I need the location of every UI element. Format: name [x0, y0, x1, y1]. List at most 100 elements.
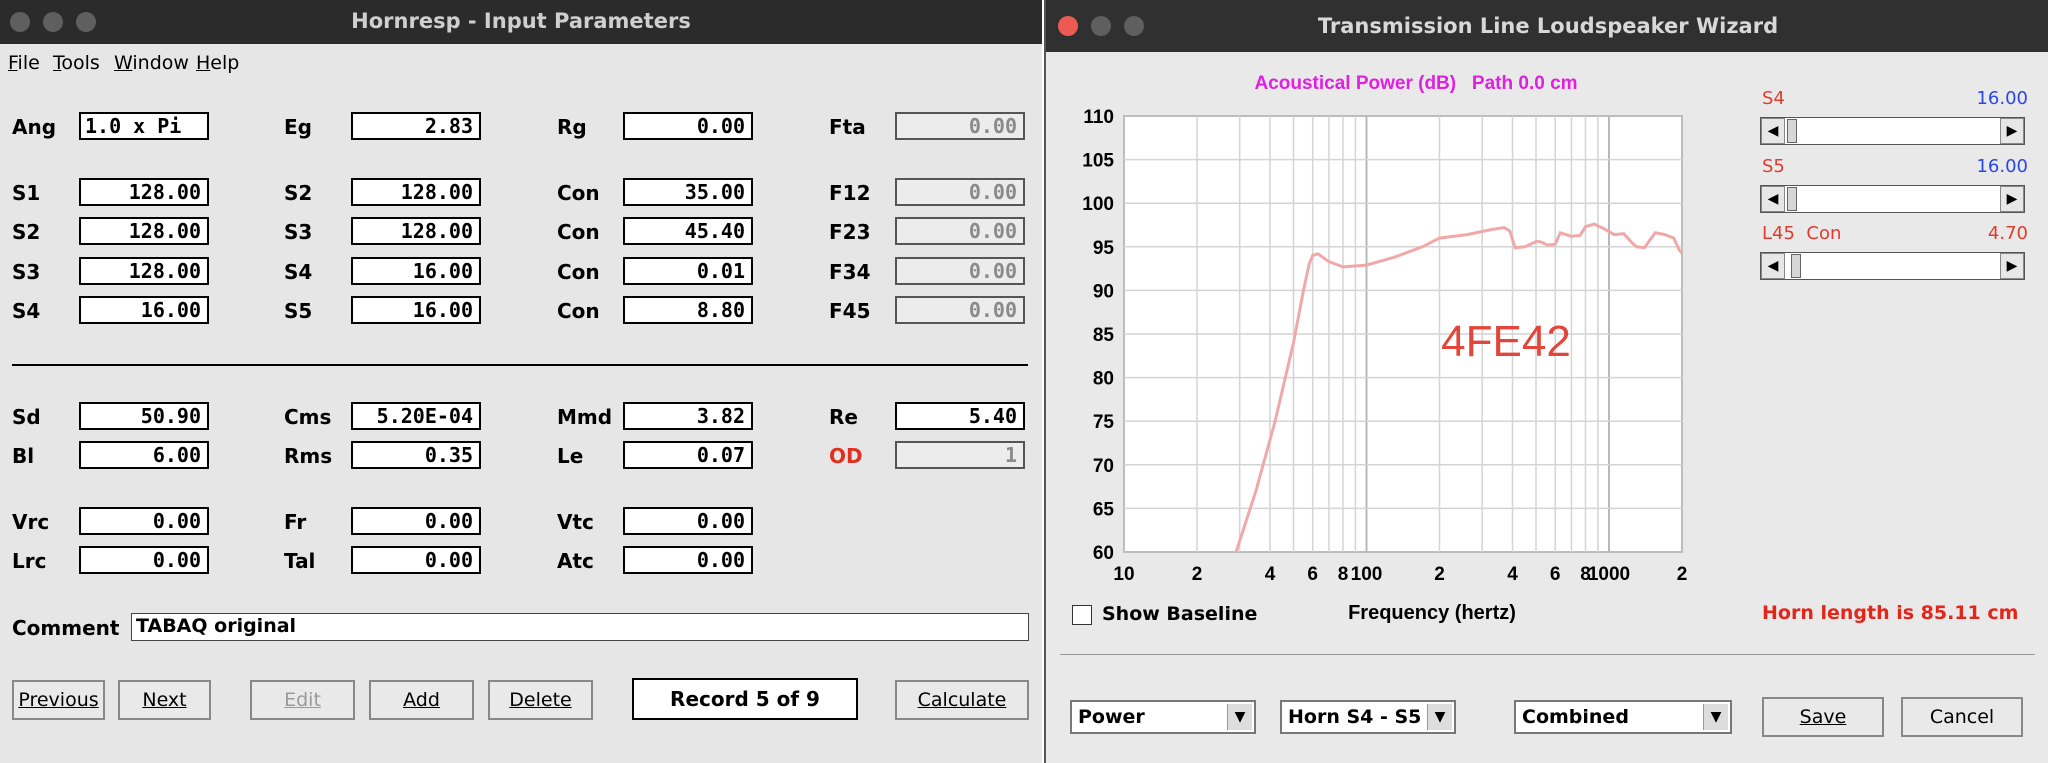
record-indicator: Record 5 of 9 — [632, 678, 858, 720]
zoom-wizard-icon[interactable] — [1124, 16, 1144, 36]
slider-s5-right-arrow-icon[interactable]: ▶ — [2000, 186, 2024, 212]
hornresp-input-window: Hornresp - Input Parameters File Tools W… — [0, 0, 1042, 763]
x-axis-label: Frequency (hertz) — [1348, 602, 1516, 624]
minimize-wizard-icon[interactable] — [1091, 16, 1111, 36]
slider-s5-label: S5 — [1762, 156, 1785, 177]
slider-s5[interactable]: ◀ ▶ — [1760, 185, 2025, 213]
field-s3-row3[interactable]: 128.00 — [79, 257, 209, 285]
field-s4-row4[interactable]: 16.00 — [79, 296, 209, 324]
slider-s4-thumb[interactable] — [1787, 119, 1797, 143]
field-rg[interactable]: 0.00 — [623, 112, 753, 140]
mode-dropdown[interactable]: Combined ▼ — [1514, 700, 1732, 734]
plot-type-dropdown-arrow-icon[interactable]: ▼ — [1227, 704, 1252, 730]
y-tick-label: 100 — [1082, 194, 1114, 215]
field-fr[interactable]: 0.00 — [351, 507, 481, 535]
mode-dropdown-arrow-icon[interactable]: ▼ — [1703, 704, 1728, 730]
field-s4[interactable]: 16.00 — [351, 257, 481, 285]
title-bar: Hornresp - Input Parameters — [0, 0, 1042, 44]
field-con-12[interactable]: 35.00 — [623, 178, 753, 206]
section-dropdown-arrow-icon[interactable]: ▼ — [1427, 704, 1452, 730]
label-tal: Tal — [284, 549, 316, 573]
field-mmd[interactable]: 3.82 — [623, 402, 753, 430]
field-con-34[interactable]: 0.01 — [623, 257, 753, 285]
label-f12: F12 — [829, 181, 871, 205]
x-tick-label: 4 — [1507, 564, 1518, 585]
slider-l45-right-arrow-icon[interactable]: ▶ — [2000, 253, 2024, 279]
field-rms[interactable]: 0.35 — [351, 441, 481, 469]
label-lrc: Lrc — [12, 549, 47, 573]
y-tick-label: 90 — [1093, 281, 1114, 302]
x-tick-label: 6 — [1307, 564, 1318, 585]
field-od: 1 — [895, 441, 1025, 469]
slider-l45-con-value: 4.70 — [1987, 223, 2028, 244]
x-tick-label: 2 — [1192, 564, 1203, 585]
field-f12: 0.00 — [895, 178, 1025, 206]
zoom-window-icon[interactable] — [76, 12, 96, 32]
y-tick-label: 70 — [1093, 456, 1114, 477]
label-s5: S5 — [284, 299, 313, 323]
label-vtc: Vtc — [557, 510, 594, 534]
field-tal[interactable]: 0.00 — [351, 546, 481, 574]
section-divider — [12, 364, 1028, 366]
label-fr: Fr — [284, 510, 307, 534]
driver-annotation: 4FE42 — [1441, 317, 1571, 366]
field-re[interactable]: 5.40 — [895, 402, 1025, 430]
field-le[interactable]: 0.07 — [623, 441, 753, 469]
field-s2-row2[interactable]: 128.00 — [79, 217, 209, 245]
field-con-23[interactable]: 45.40 — [623, 217, 753, 245]
section-dropdown[interactable]: Horn S4 - S5 ▼ — [1280, 700, 1456, 734]
label-con-23: Con — [557, 220, 600, 244]
x-tick-label: 2 — [1677, 564, 1688, 585]
slider-s4-right-arrow-icon[interactable]: ▶ — [2000, 118, 2024, 144]
label-mmd: Mmd — [557, 405, 613, 429]
show-baseline-checkbox[interactable] — [1072, 605, 1092, 625]
field-lrc[interactable]: 0.00 — [79, 546, 209, 574]
label-s3-row3: S3 — [12, 260, 41, 284]
field-s5[interactable]: 16.00 — [351, 296, 481, 324]
x-tick-label: 100 — [1351, 564, 1383, 585]
comment-field[interactable]: TABAQ original — [131, 613, 1029, 641]
close-wizard-icon[interactable] — [1058, 16, 1078, 36]
y-tick-label: 85 — [1093, 325, 1115, 346]
field-vtc[interactable]: 0.00 — [623, 507, 753, 535]
minimize-window-icon[interactable] — [43, 12, 63, 32]
slider-l45-left-arrow-icon[interactable]: ◀ — [1761, 253, 1785, 279]
field-f34: 0.00 — [895, 257, 1025, 285]
field-con-45[interactable]: 8.80 — [623, 296, 753, 324]
slider-l45-thumb[interactable] — [1791, 254, 1801, 278]
menu-window[interactable]: Window — [114, 52, 189, 74]
cancel-button[interactable]: Cancel — [1901, 697, 2023, 737]
menu-help[interactable]: Help — [196, 52, 239, 74]
label-f45: F45 — [829, 299, 871, 323]
field-bl[interactable]: 6.00 — [79, 441, 209, 469]
menu-tools[interactable]: Tools — [53, 52, 100, 74]
field-s1[interactable]: 128.00 — [79, 178, 209, 206]
label-f34: F34 — [829, 260, 871, 284]
menu-file[interactable]: File — [8, 52, 40, 74]
slider-s5-thumb[interactable] — [1787, 187, 1797, 211]
field-ang[interactable]: 1.0 x Pi — [79, 112, 209, 140]
field-vrc[interactable]: 0.00 — [79, 507, 209, 535]
label-od: OD — [829, 444, 863, 468]
x-tick-label: 6 — [1550, 564, 1561, 585]
delete-button[interactable]: Delete — [488, 680, 593, 720]
field-eg[interactable]: 2.83 — [351, 112, 481, 140]
slider-s4[interactable]: ◀ ▶ — [1760, 117, 2025, 145]
previous-button[interactable]: Previous — [12, 680, 105, 720]
field-s3[interactable]: 128.00 — [351, 217, 481, 245]
field-s2[interactable]: 128.00 — [351, 178, 481, 206]
field-atc[interactable]: 0.00 — [623, 546, 753, 574]
x-tick-labels: 10 2 4 6 8 100 2 4 6 81000 2 — [1113, 564, 1687, 585]
slider-l45-con[interactable]: ◀ ▶ — [1760, 252, 2025, 280]
slider-s4-left-arrow-icon[interactable]: ◀ — [1761, 118, 1785, 144]
calculate-button[interactable]: Calculate — [895, 680, 1029, 720]
next-button[interactable]: Next — [118, 680, 211, 720]
field-sd[interactable]: 50.90 — [79, 402, 209, 430]
plot-type-dropdown[interactable]: Power ▼ — [1070, 700, 1256, 734]
field-cms[interactable]: 5.20E-04 — [351, 402, 481, 430]
slider-s5-left-arrow-icon[interactable]: ◀ — [1761, 186, 1785, 212]
close-window-icon[interactable] — [10, 12, 30, 32]
save-button[interactable]: Save — [1762, 697, 1884, 737]
label-con-12: Con — [557, 181, 600, 205]
add-button[interactable]: Add — [369, 680, 474, 720]
